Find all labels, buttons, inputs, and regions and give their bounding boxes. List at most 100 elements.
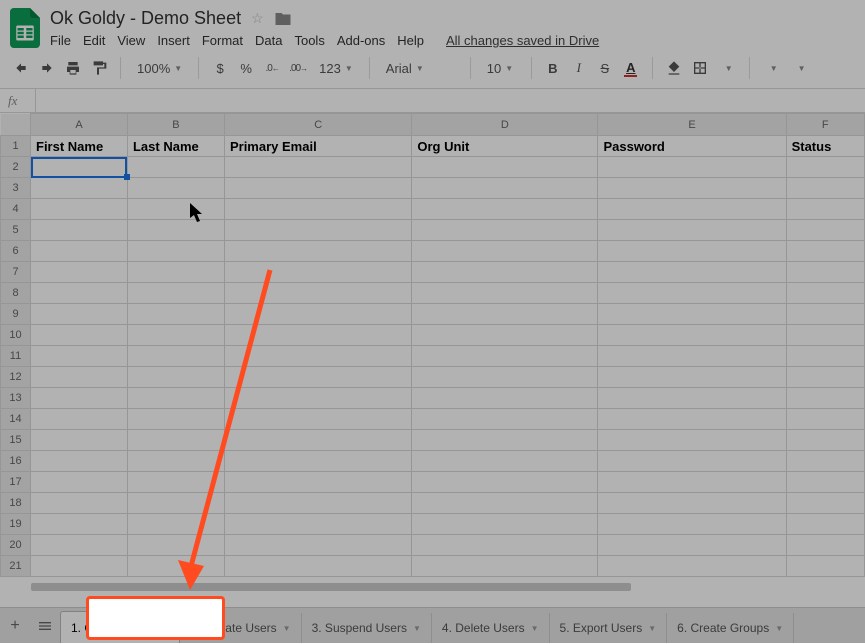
cell[interactable] xyxy=(224,451,411,472)
row-header[interactable]: 13 xyxy=(1,388,31,409)
cell[interactable] xyxy=(786,388,864,409)
cell[interactable] xyxy=(127,304,224,325)
cell[interactable] xyxy=(31,430,128,451)
menu-insert[interactable]: Insert xyxy=(157,33,190,48)
cell[interactable] xyxy=(224,388,411,409)
menu-edit[interactable]: Edit xyxy=(83,33,105,48)
all-sheets-button[interactable] xyxy=(30,608,60,644)
print-icon[interactable] xyxy=(62,56,84,80)
cell[interactable] xyxy=(598,304,786,325)
cell[interactable] xyxy=(412,241,598,262)
cell[interactable] xyxy=(412,514,598,535)
column-header-B[interactable]: B xyxy=(127,114,224,136)
column-header-E[interactable]: E xyxy=(598,114,786,136)
cell[interactable] xyxy=(127,346,224,367)
cell[interactable] xyxy=(224,367,411,388)
row-header[interactable]: 9 xyxy=(1,304,31,325)
row-header[interactable]: 18 xyxy=(1,493,31,514)
menu-format[interactable]: Format xyxy=(202,33,243,48)
cell[interactable] xyxy=(31,157,128,178)
cell[interactable] xyxy=(412,325,598,346)
chevron-down-icon[interactable]: ▼ xyxy=(648,624,656,633)
cell[interactable] xyxy=(786,514,864,535)
cell[interactable] xyxy=(598,388,786,409)
cell[interactable] xyxy=(127,556,224,577)
sheet-tab[interactable]: 4. Delete Users▼ xyxy=(432,613,550,643)
menu-help[interactable]: Help xyxy=(397,33,424,48)
cell[interactable] xyxy=(31,556,128,577)
cell[interactable]: Last Name xyxy=(127,136,224,157)
cell[interactable] xyxy=(412,367,598,388)
cell[interactable] xyxy=(224,262,411,283)
cell[interactable] xyxy=(786,346,864,367)
cell[interactable] xyxy=(412,304,598,325)
cell[interactable] xyxy=(224,325,411,346)
cell[interactable] xyxy=(412,283,598,304)
cell[interactable] xyxy=(31,451,128,472)
row-header[interactable]: 5 xyxy=(1,220,31,241)
chevron-down-icon[interactable]: ▼ xyxy=(161,623,169,632)
cell[interactable] xyxy=(31,199,128,220)
cell[interactable] xyxy=(598,241,786,262)
cell[interactable] xyxy=(127,430,224,451)
cell[interactable] xyxy=(786,367,864,388)
cell[interactable] xyxy=(31,262,128,283)
cell[interactable] xyxy=(127,157,224,178)
cell[interactable] xyxy=(598,346,786,367)
cell[interactable] xyxy=(786,199,864,220)
zoom-select[interactable]: 100%▼ xyxy=(131,56,188,80)
cell[interactable] xyxy=(412,451,598,472)
cell[interactable] xyxy=(31,535,128,556)
cell[interactable] xyxy=(412,262,598,283)
cell[interactable] xyxy=(127,472,224,493)
row-header[interactable]: 3 xyxy=(1,178,31,199)
cell[interactable] xyxy=(127,409,224,430)
cell[interactable] xyxy=(224,514,411,535)
cell[interactable] xyxy=(31,178,128,199)
cell[interactable] xyxy=(31,409,128,430)
cell[interactable] xyxy=(224,430,411,451)
cell[interactable] xyxy=(412,346,598,367)
row-header[interactable]: 19 xyxy=(1,514,31,535)
row-header[interactable]: 11 xyxy=(1,346,31,367)
cell[interactable] xyxy=(224,283,411,304)
row-header[interactable]: 6 xyxy=(1,241,31,262)
cell[interactable] xyxy=(224,346,411,367)
paint-format-icon[interactable] xyxy=(88,56,110,80)
cell[interactable] xyxy=(224,304,411,325)
cell[interactable] xyxy=(31,304,128,325)
cell[interactable] xyxy=(127,220,224,241)
cell[interactable] xyxy=(127,367,224,388)
cell[interactable] xyxy=(786,241,864,262)
cell[interactable] xyxy=(412,157,598,178)
cell[interactable] xyxy=(127,262,224,283)
cell[interactable] xyxy=(224,157,411,178)
cell[interactable] xyxy=(786,493,864,514)
doc-title[interactable]: Ok Goldy - Demo Sheet xyxy=(50,8,241,29)
cell[interactable] xyxy=(412,388,598,409)
currency-button[interactable]: $ xyxy=(209,56,231,80)
more-formats-select[interactable]: 123▼ xyxy=(313,56,359,80)
borders-icon[interactable] xyxy=(689,56,711,80)
cell[interactable] xyxy=(31,493,128,514)
fill-color-icon[interactable] xyxy=(663,56,685,80)
bold-button[interactable]: B xyxy=(542,56,564,80)
row-header[interactable]: 15 xyxy=(1,430,31,451)
cell[interactable] xyxy=(598,367,786,388)
cell[interactable] xyxy=(224,556,411,577)
sheet-tab[interactable]: 5. Export Users▼ xyxy=(550,613,668,643)
cell[interactable] xyxy=(224,409,411,430)
cell[interactable] xyxy=(31,472,128,493)
cell[interactable] xyxy=(127,493,224,514)
cell[interactable] xyxy=(127,514,224,535)
sheet-tab[interactable]: 3. Suspend Users▼ xyxy=(302,613,432,643)
cell[interactable] xyxy=(598,472,786,493)
save-status[interactable]: All changes saved in Drive xyxy=(446,33,599,48)
column-header-F[interactable]: F xyxy=(786,114,864,136)
column-header-A[interactable]: A xyxy=(31,114,128,136)
column-header-D[interactable]: D xyxy=(412,114,598,136)
row-header[interactable]: 16 xyxy=(1,451,31,472)
row-header[interactable]: 10 xyxy=(1,325,31,346)
cell[interactable] xyxy=(412,220,598,241)
decrease-decimal-button[interactable]: .0← xyxy=(261,56,283,80)
